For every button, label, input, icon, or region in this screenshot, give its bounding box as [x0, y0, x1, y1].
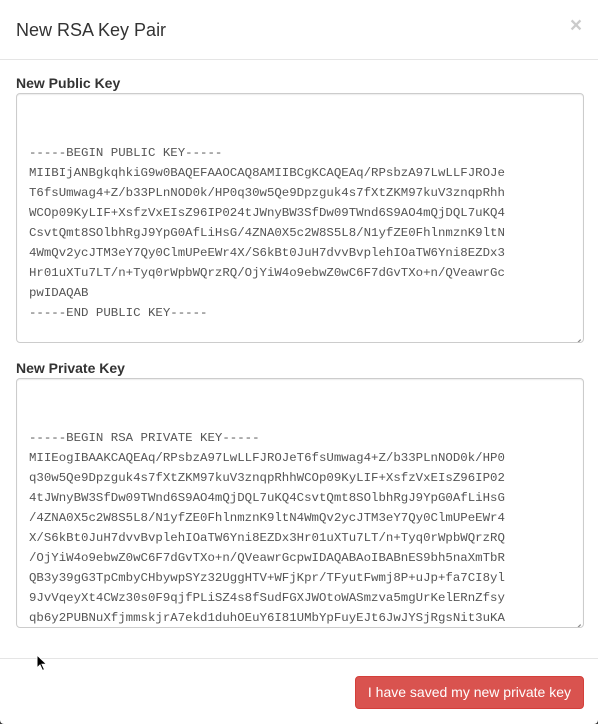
public-key-label: New Public Key: [16, 75, 121, 91]
new-rsa-key-pair-dialog: New RSA Key Pair × New Public Key -----B…: [0, 0, 598, 724]
resize-grip-icon[interactable]: [573, 617, 581, 625]
private-key-textarea[interactable]: -----BEGIN RSA PRIVATE KEY----- MIIEogIB…: [16, 378, 584, 628]
modal-footer: I have saved my new private key: [0, 658, 598, 724]
private-key-text: -----BEGIN RSA PRIVATE KEY----- MIIEogIB…: [29, 431, 505, 625]
saved-private-key-button[interactable]: I have saved my new private key: [354, 676, 584, 709]
modal-title: New RSA Key Pair: [16, 20, 167, 40]
public-key-text: -----BEGIN PUBLIC KEY----- MIIBIjANBgkqh…: [29, 146, 505, 320]
private-key-label: New Private Key: [16, 360, 125, 376]
close-icon[interactable]: ×: [568, 14, 584, 38]
mouse-pointer-icon: [36, 654, 48, 672]
modal-header: New RSA Key Pair ×: [0, 0, 598, 60]
resize-grip-icon[interactable]: [573, 332, 581, 340]
public-key-textarea[interactable]: -----BEGIN PUBLIC KEY----- MIIBIjANBgkqh…: [16, 93, 584, 343]
